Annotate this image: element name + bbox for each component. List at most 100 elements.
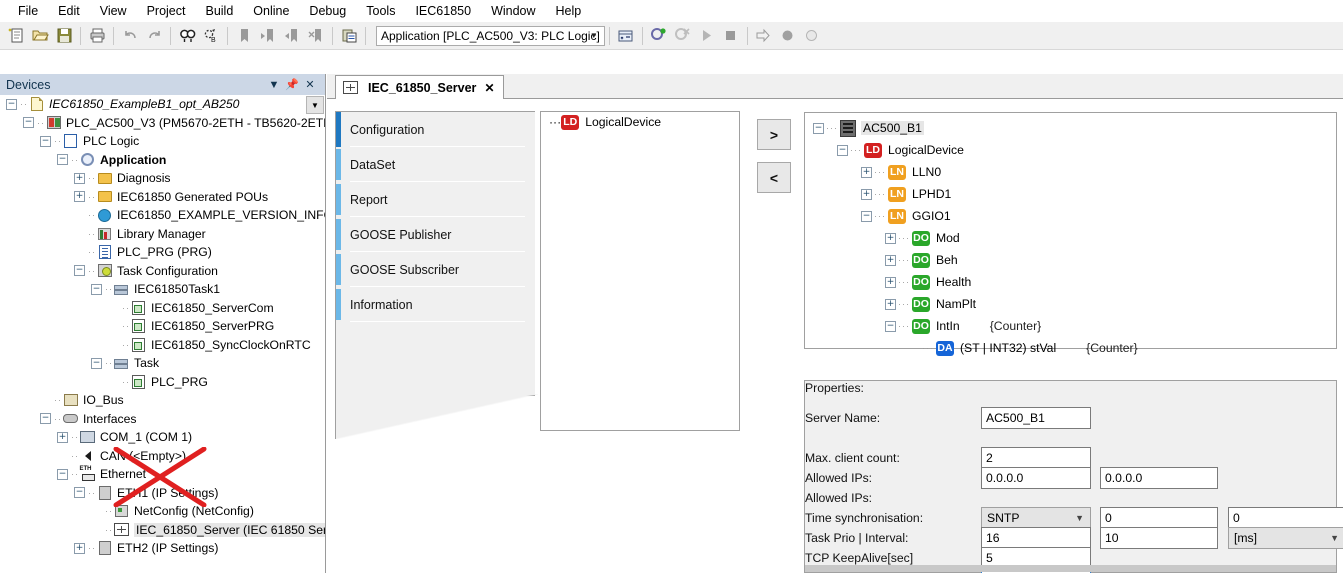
server-tree-item[interactable]: −···DOIntIn{Counter} (809, 315, 1336, 337)
device-tree-item[interactable]: ··IEC61850_ServerCom (0, 299, 325, 318)
device-tree-item[interactable]: +··IEC61850 Generated POUs (0, 188, 325, 207)
tree-toggle-minus-icon[interactable]: − (6, 99, 17, 110)
application-combo[interactable]: Application [PLC_AC500_V3: PLC Logic] ▼ (376, 26, 605, 46)
available-object-item[interactable]: ···LDLogicalDevice (541, 112, 739, 132)
document-tab-iec-61850-server[interactable]: IEC_61850_Server ✕ (335, 75, 504, 99)
tree-toggle-minus-icon[interactable]: − (57, 154, 68, 165)
category-tab-information[interactable]: Information (336, 287, 535, 322)
tree-toggle-minus-icon[interactable]: − (57, 469, 68, 480)
login-icon[interactable] (647, 24, 671, 48)
time-sync-server-1-input[interactable]: 0 (1100, 507, 1218, 529)
device-tree-item[interactable]: ··PLC_PRG (0, 373, 325, 392)
tree-toggle-plus-icon[interactable]: + (861, 189, 872, 200)
start-icon[interactable] (695, 24, 719, 48)
server-tree-item[interactable]: −···AC500_B1 (809, 117, 1336, 139)
server-tree-item[interactable]: −···LNGGIO1 (809, 205, 1336, 227)
menu-item-iec61850[interactable]: IEC61850 (405, 2, 481, 20)
available-objects-list[interactable]: ···LDLogicalDevice (540, 111, 740, 431)
devices-tree[interactable]: ▼ −··IEC61850_ExampleB1_opt_AB250−··PLC_… (0, 95, 325, 573)
device-tree-item[interactable]: −··IEC61850_ExampleB1_opt_AB250 (0, 95, 325, 114)
device-tree-item[interactable]: ··NetConfig (NetConfig) (0, 502, 325, 521)
print-icon[interactable] (85, 24, 109, 48)
time-synchronisation-select[interactable]: SNTP ▼ (981, 507, 1091, 529)
category-tab-dataset[interactable]: DataSet (336, 147, 535, 182)
undo-icon[interactable] (118, 24, 142, 48)
tree-toggle-plus-icon[interactable]: + (861, 167, 872, 178)
tree-toggle-plus-icon[interactable]: + (885, 233, 896, 244)
allowed-ips-input-2[interactable]: 0.0.0.0 (1100, 467, 1218, 489)
device-tree-item[interactable]: −··Task Configuration (0, 262, 325, 281)
server-tree-item[interactable]: +···LNLPHD1 (809, 183, 1336, 205)
menu-item-window[interactable]: Window (481, 2, 545, 20)
tree-toggle-plus-icon[interactable]: + (57, 432, 68, 443)
replace-icon[interactable]: B (199, 24, 223, 48)
server-tree-item[interactable]: +···DOHealth (809, 271, 1336, 293)
menu-item-tools[interactable]: Tools (356, 2, 405, 20)
device-tree-item[interactable]: −··Task (0, 354, 325, 373)
device-tree-item[interactable]: ··Library Manager (0, 225, 325, 244)
stop-icon[interactable] (719, 24, 743, 48)
pin-icon[interactable]: 📌 (283, 78, 301, 91)
device-tree-item[interactable]: −··Application (0, 151, 325, 170)
server-tree-item[interactable]: +···LNLLN0 (809, 161, 1336, 183)
step-over-icon[interactable] (752, 24, 776, 48)
device-tree-item[interactable]: ··CAN (<Empty>) (0, 447, 325, 466)
properties-resize-handle[interactable] (805, 565, 1336, 572)
open-folder-icon[interactable] (28, 24, 52, 48)
tree-toggle-minus-icon[interactable]: − (40, 413, 51, 424)
device-tree-item[interactable]: +··Diagnosis (0, 169, 325, 188)
tree-toggle-minus-icon[interactable]: − (861, 211, 872, 222)
tree-toggle-minus-icon[interactable]: − (837, 145, 848, 156)
breakpoint-disabled-icon[interactable] (800, 24, 824, 48)
device-tree-item[interactable]: −··Interfaces (0, 410, 325, 429)
tree-toggle-plus-icon[interactable]: + (74, 191, 85, 202)
close-icon[interactable]: ✕ (484, 81, 494, 95)
server-structure-tree[interactable]: −···AC500_B1−···LDLogicalDevice+···LNLLN… (804, 112, 1337, 349)
task-interval-unit-select[interactable]: [ms] ▼ (1228, 527, 1343, 549)
menu-item-help[interactable]: Help (546, 2, 592, 20)
menu-item-online[interactable]: Online (243, 2, 299, 20)
tree-toggle-minus-icon[interactable]: − (91, 358, 102, 369)
device-tree-item[interactable]: +··COM_1 (COM 1) (0, 428, 325, 447)
menu-item-project[interactable]: Project (137, 2, 196, 20)
device-tree-item[interactable]: −··IEC61850Task1 (0, 280, 325, 299)
device-tree-item[interactable]: ··IEC61850_ServerPRG (0, 317, 325, 336)
max-client-count-input[interactable]: 2 (981, 447, 1091, 469)
menu-item-edit[interactable]: Edit (48, 2, 90, 20)
menu-item-file[interactable]: File (8, 2, 48, 20)
clear-bookmarks-icon[interactable] (304, 24, 328, 48)
redo-icon[interactable] (142, 24, 166, 48)
device-tree-item[interactable]: ··IO_Bus (0, 391, 325, 410)
device-tree-item[interactable]: −··ETH1 (IP Settings) (0, 484, 325, 503)
server-tree-item[interactable]: +···DOBeh (809, 249, 1336, 271)
tree-toggle-minus-icon[interactable]: − (40, 136, 51, 147)
menu-item-view[interactable]: View (90, 2, 137, 20)
tree-toggle-plus-icon[interactable]: + (885, 277, 896, 288)
bookmark-icon[interactable] (232, 24, 256, 48)
save-icon[interactable] (52, 24, 76, 48)
server-tree-item[interactable]: +···DOMod (809, 227, 1336, 249)
device-tree-item[interactable]: −··PLC_AC500_V3 (PM5670-2ETH - TB5620-2E… (0, 114, 325, 133)
find-icon[interactable] (175, 24, 199, 48)
device-tree-item[interactable]: ··IEC61850_EXAMPLE_VERSION_INFO (0, 206, 325, 225)
device-tree-item[interactable]: −··PLC Logic (0, 132, 325, 151)
server-name-input[interactable]: AC500_B1 (981, 407, 1091, 429)
tree-toggle-minus-icon[interactable]: − (91, 284, 102, 295)
tree-toggle-minus-icon[interactable]: − (74, 487, 85, 498)
paste-icon[interactable] (337, 24, 361, 48)
device-tree-item[interactable]: ··IEC61850_SyncClockOnRTC (0, 336, 325, 355)
new-file-icon[interactable] (4, 24, 28, 48)
category-tab-report[interactable]: Report (336, 182, 535, 217)
server-tree-item[interactable]: ···DA(ST | INT32) stVal{Counter} (809, 337, 1336, 359)
task-interval-input[interactable]: 10 (1100, 527, 1218, 549)
tree-toggle-plus-icon[interactable]: + (74, 173, 85, 184)
add-button[interactable]: > (757, 119, 791, 150)
compile-icon[interactable] (614, 24, 638, 48)
device-tree-item[interactable]: −··Ethernet (0, 465, 325, 484)
category-tab-goose-subscriber[interactable]: GOOSE Subscriber (336, 252, 535, 287)
remove-button[interactable]: < (757, 162, 791, 193)
breakpoint-icon[interactable] (776, 24, 800, 48)
time-sync-server-2-input[interactable]: 0 (1228, 507, 1343, 529)
device-tree-item[interactable]: ··PLC_PRG (PRG) (0, 243, 325, 262)
server-tree-item[interactable]: −···LDLogicalDevice (809, 139, 1336, 161)
